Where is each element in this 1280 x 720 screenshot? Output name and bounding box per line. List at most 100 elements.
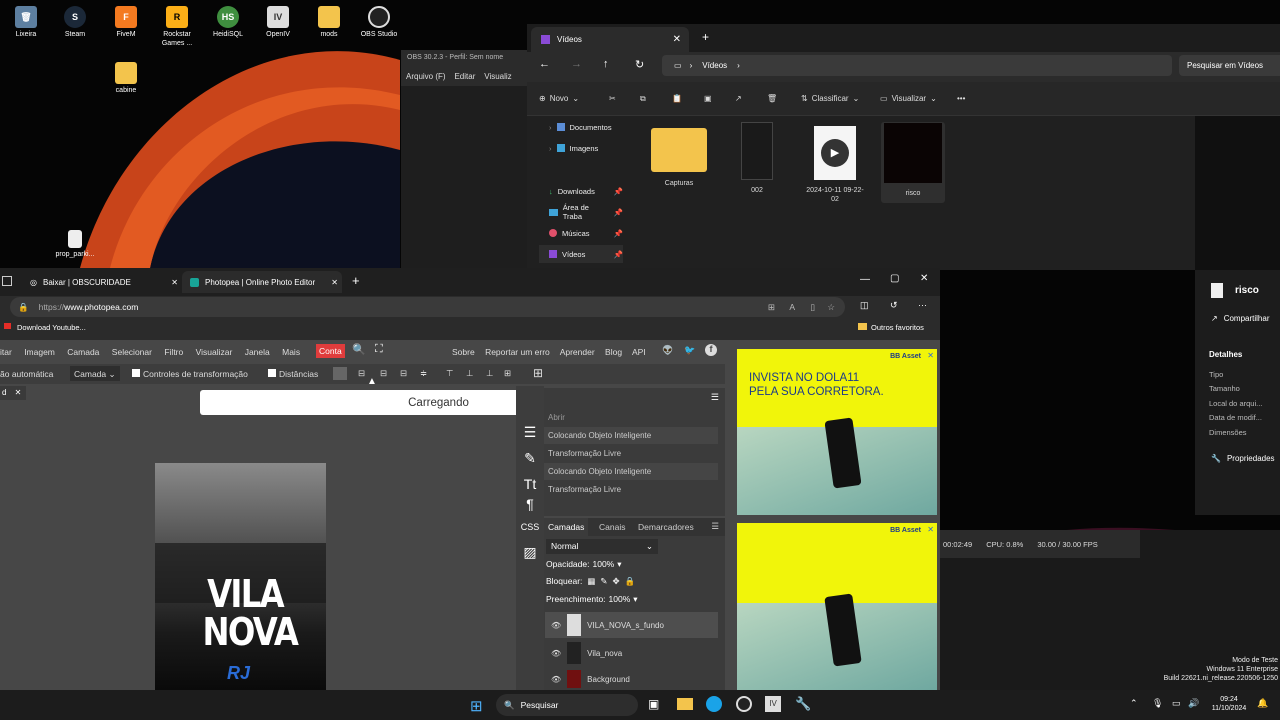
edge-browser-window[interactable]: ◎ Baixar | OBSCURIDADE ✕ Photopea | Onli… <box>0 268 940 690</box>
desktop-icon-mods[interactable]: mods <box>303 6 355 39</box>
tab-obscuridade[interactable]: ◎ Baixar | OBSCURIDADE ✕ <box>22 271 182 293</box>
openiv-taskbar-icon[interactable]: IV <box>765 696 781 712</box>
new-tab-icon[interactable]: + <box>702 30 709 44</box>
history-item[interactable]: Transformação Livre <box>544 445 718 462</box>
file-item-capturas[interactable]: Capturas <box>647 128 711 188</box>
chevron-down-icon[interactable]: ▾ <box>633 594 637 605</box>
desktop-icon-prop[interactable]: prop_parki... <box>49 230 101 259</box>
explorer-tab-videos[interactable]: Vídeos ✕ <box>531 27 689 52</box>
document-tab[interactable]: d ✕ <box>0 386 26 400</box>
file-item-risco[interactable]: risco <box>881 122 945 203</box>
menu-window[interactable]: Janela <box>245 347 270 357</box>
url-bar[interactable]: 🔒 https://www.photopea.com ⊞ A ▯ ☆ <box>10 297 845 317</box>
lock-all-icon[interactable]: 🔒 <box>625 576 636 587</box>
other-favorites[interactable]: Outros favoritos <box>858 323 924 332</box>
menu-blog[interactable]: Blog <box>605 347 622 357</box>
align-left-icon[interactable]: ⊟ <box>358 368 365 379</box>
nav-item-musicas[interactable]: Músicas 📌 <box>539 224 623 242</box>
history-item[interactable]: Colocando Objeto Inteligente <box>544 463 718 480</box>
close-icon[interactable]: ✕ <box>171 278 178 287</box>
up-icon[interactable]: ↑ <box>603 58 609 70</box>
desktop-icon-openiv[interactable]: IV OpenIV <box>252 6 304 39</box>
edge-icon[interactable] <box>706 696 722 712</box>
align-top-icon[interactable]: ⊤ <box>446 368 453 379</box>
menu-about[interactable]: Sobre <box>452 347 475 357</box>
back-icon[interactable]: ← <box>539 58 550 70</box>
desktop-icon-lixeira[interactable]: 🗑 Lixeira <box>0 6 52 39</box>
tools-icon[interactable]: 🔧 <box>795 696 811 712</box>
lock-position-icon[interactable]: ✥ <box>613 576 620 587</box>
blend-mode-select[interactable]: Normal ⌄ <box>546 539 658 554</box>
distribute-icon[interactable]: ≑ <box>420 368 427 379</box>
more-icon[interactable]: ••• <box>957 94 965 103</box>
menu-filter[interactable]: Filtro <box>164 347 183 357</box>
reddit-icon[interactable]: 👽 <box>662 345 673 356</box>
desktop-icon-cabine[interactable]: cabine <box>100 62 152 95</box>
volume-icon[interactable]: 🔊 <box>1188 698 1199 709</box>
history-item[interactable]: Transformação Livre <box>544 481 718 498</box>
view-button[interactable]: ▭ Visualizar ⌄ <box>880 94 937 103</box>
microphone-icon[interactable]: 🎙 <box>1152 698 1163 709</box>
obs-menu-edit[interactable]: Editar <box>454 72 475 81</box>
lock-pixels-icon[interactable]: ✎ <box>600 576 607 587</box>
tab-actions-icon[interactable] <box>2 276 12 286</box>
fill-value[interactable]: 100% <box>609 594 631 605</box>
twitter-icon[interactable]: 🐦 <box>684 345 695 356</box>
obs-window[interactable]: OBS 30.2.3 - Perfil: Sem nome Arquivo (F… <box>401 50 529 270</box>
ad-banner-2[interactable]: BB Asset ✕ <box>737 523 937 690</box>
menu-learn[interactable]: Aprender <box>560 347 595 357</box>
menu-layer[interactable]: Camada <box>67 347 99 357</box>
nav-item-downloads[interactable]: ↓ Downloads 📌 <box>539 182 623 200</box>
cut-icon[interactable]: ✂ <box>609 94 616 103</box>
new-tab-icon[interactable]: + <box>352 273 360 288</box>
copy-icon[interactable]: ⧉ <box>640 94 646 104</box>
share-button[interactable]: ↗ Compartilhar <box>1211 314 1270 323</box>
ad-close-icon[interactable]: ✕ <box>927 525 934 534</box>
close-icon[interactable]: ✕ <box>15 388 22 397</box>
paste-icon[interactable]: 📋 <box>672 94 682 103</box>
ad-banner-1[interactable]: BB Asset ✕ INVISTA NO DOLA11 PELA SUA CO… <box>737 349 937 515</box>
download-icon[interactable] <box>333 367 347 380</box>
new-button[interactable]: ⊕ Novo ⌄ <box>539 94 579 103</box>
distribute-h-icon[interactable]: ⊞ <box>504 368 511 379</box>
ad-close-icon[interactable]: ✕ <box>927 351 934 360</box>
facebook-icon[interactable]: f <box>705 344 717 356</box>
tab-photopea[interactable]: Photopea | Online Photo Editor ✕ <box>182 271 342 293</box>
task-view-icon[interactable]: ▣ <box>648 697 659 711</box>
chevron-up-icon[interactable]: ⌃ <box>1130 698 1138 709</box>
file-explorer-icon[interactable] <box>677 698 693 710</box>
align-center-icon[interactable]: ⊟ <box>380 368 387 379</box>
brush-panel-icon[interactable]: ✎ <box>518 450 542 467</box>
eye-icon[interactable]: 👁 <box>551 621 561 630</box>
opacity-value[interactable]: 100% <box>592 559 614 570</box>
close-window-icon[interactable]: ✕ <box>920 273 928 284</box>
desktop-icon-steam[interactable]: S Steam <box>49 6 101 39</box>
tab-channels[interactable]: Canais <box>599 522 625 532</box>
split-screen-icon[interactable]: ◫ <box>860 300 869 311</box>
panel-menu-icon[interactable]: ☰ <box>711 521 719 532</box>
address-bar[interactable]: ▭ › Vídeos › <box>662 55 1172 76</box>
character-panel-icon[interactable]: Tt <box>518 476 542 492</box>
tab-layers[interactable]: Camadas <box>544 518 589 536</box>
file-item-002[interactable]: 002 <box>725 122 789 195</box>
eye-icon[interactable]: 👁 <box>551 675 561 684</box>
fullscreen-icon[interactable]: ⛶ <box>375 343 383 356</box>
layer-select-dropdown[interactable]: Camada ⌄ <box>70 366 120 381</box>
align-bottom-icon[interactable]: ⊥ <box>486 368 493 379</box>
history-panel-icon[interactable]: ☰ <box>518 424 542 441</box>
minimize-icon[interactable]: — <box>860 274 870 285</box>
clock[interactable]: 09:24 11/10/2024 <box>1205 695 1253 713</box>
menu-image[interactable]: Imagem <box>24 347 55 357</box>
obs-taskbar-icon[interactable] <box>736 696 752 712</box>
obs-menu-file[interactable]: Arquivo (F) <box>406 72 446 81</box>
layer-row[interactable]: 👁 Vila_nova <box>545 640 718 666</box>
explorer-search-input[interactable]: Pesquisar em Vídeos <box>1179 55 1280 76</box>
grid-icon[interactable]: ⊞ <box>533 366 543 380</box>
layer-row[interactable]: 👁 Background <box>545 668 718 690</box>
desktop-icon-fivem[interactable]: F FiveM <box>100 6 152 39</box>
nav-item-desktop[interactable]: Área de Traba 📌 <box>539 203 623 221</box>
forward-icon[interactable]: → <box>571 58 582 70</box>
close-icon[interactable]: ✕ <box>331 278 338 287</box>
lock-transparency-icon[interactable]: ▦ <box>587 576 595 587</box>
paragraph-panel-icon[interactable]: ¶ <box>518 496 542 512</box>
